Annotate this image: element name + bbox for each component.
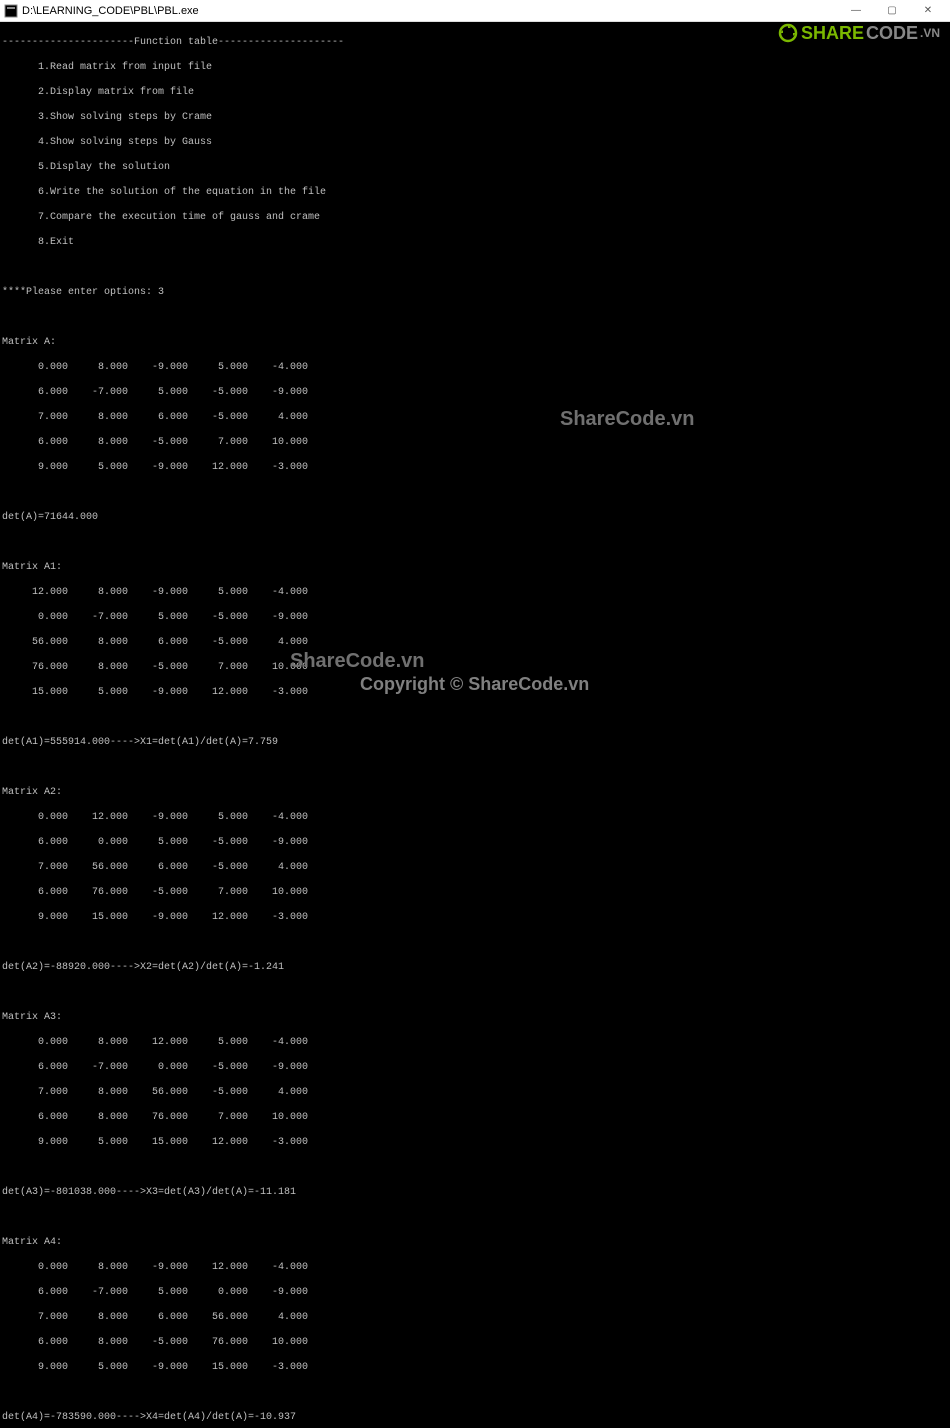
determinant: det(A4)=-783590.000---->X4=det(A4)/det(A… (2, 1412, 948, 1425)
matrix-label: Matrix A: (2, 337, 948, 350)
matrix-label: Matrix A3: (2, 1012, 948, 1025)
matrix-row: 6.000 8.000 -5.000 7.000 10.000 (2, 437, 948, 450)
matrix-row: 7.000 8.000 6.000 -5.000 4.000 (2, 412, 948, 425)
window-title: D:\LEARNING_CODE\PBL\PBL.exe (22, 5, 838, 17)
matrix-row: 15.000 5.000 -9.000 12.000 -3.000 (2, 687, 948, 700)
blank (2, 1162, 948, 1175)
menu-item: 2.Display matrix from file (2, 87, 948, 100)
matrix-row: 6.000 8.000 -5.000 76.000 10.000 (2, 1337, 948, 1350)
matrix-row: 0.000 8.000 12.000 5.000 -4.000 (2, 1037, 948, 1050)
menu-item: 8.Exit (2, 237, 948, 250)
watermark-logo: SHARECODE.VN (777, 22, 940, 44)
determinant: det(A)=71644.000 (2, 512, 948, 525)
blank (2, 762, 948, 775)
blank (2, 712, 948, 725)
matrix-row: 9.000 5.000 15.000 12.000 -3.000 (2, 1137, 948, 1150)
matrix-row: 9.000 5.000 -9.000 12.000 -3.000 (2, 462, 948, 475)
determinant: det(A2)=-88920.000---->X2=det(A2)/det(A)… (2, 962, 948, 975)
menu-item: 6.Write the solution of the equation in … (2, 187, 948, 200)
matrix-label: Matrix A2: (2, 787, 948, 800)
window-controls: — ▢ ✕ (838, 0, 946, 22)
blank (2, 312, 948, 325)
matrix-row: 7.000 8.000 6.000 56.000 4.000 (2, 1312, 948, 1325)
matrix-row: 12.000 8.000 -9.000 5.000 -4.000 (2, 587, 948, 600)
menu-item: 3.Show solving steps by Crame (2, 112, 948, 125)
logo-share: SHARE (801, 23, 864, 44)
minimize-button[interactable]: — (838, 0, 874, 22)
blank (2, 1387, 948, 1400)
matrix-row: 0.000 12.000 -9.000 5.000 -4.000 (2, 812, 948, 825)
matrix-row: 56.000 8.000 6.000 -5.000 4.000 (2, 637, 948, 650)
options-prompt: ****Please enter options: 3 (2, 287, 948, 300)
menu-item: 1.Read matrix from input file (2, 62, 948, 75)
matrix-row: 0.000 8.000 -9.000 12.000 -4.000 (2, 1262, 948, 1275)
blank (2, 487, 948, 500)
menu-item: 5.Display the solution (2, 162, 948, 175)
matrix-row: 6.000 -7.000 5.000 0.000 -9.000 (2, 1287, 948, 1300)
blank (2, 262, 948, 275)
logo-code: CODE (866, 23, 918, 44)
matrix-row: 9.000 5.000 -9.000 15.000 -3.000 (2, 1362, 948, 1375)
matrix-row: 6.000 -7.000 5.000 -5.000 -9.000 (2, 387, 948, 400)
close-button[interactable]: ✕ (910, 0, 946, 22)
determinant: det(A3)=-801038.000---->X3=det(A3)/det(A… (2, 1187, 948, 1200)
blank (2, 937, 948, 950)
menu-item: 7.Compare the execution time of gauss an… (2, 212, 948, 225)
matrix-row: 7.000 8.000 56.000 -5.000 4.000 (2, 1087, 948, 1100)
console-output: ----------------------Function table----… (0, 22, 950, 1428)
title-bar: D:\LEARNING_CODE\PBL\PBL.exe — ▢ ✕ (0, 0, 950, 22)
blank (2, 987, 948, 1000)
matrix-row: 0.000 8.000 -9.000 5.000 -4.000 (2, 362, 948, 375)
recycle-icon (777, 22, 799, 44)
logo-vn: .VN (920, 26, 940, 40)
matrix-row: 6.000 -7.000 0.000 -5.000 -9.000 (2, 1062, 948, 1075)
matrix-row: 6.000 0.000 5.000 -5.000 -9.000 (2, 837, 948, 850)
blank (2, 1212, 948, 1225)
menu-item: 4.Show solving steps by Gauss (2, 137, 948, 150)
matrix-row: 7.000 56.000 6.000 -5.000 4.000 (2, 862, 948, 875)
matrix-row: 6.000 76.000 -5.000 7.000 10.000 (2, 887, 948, 900)
blank (2, 537, 948, 550)
matrix-row: 76.000 8.000 -5.000 7.000 10.000 (2, 662, 948, 675)
maximize-button[interactable]: ▢ (874, 0, 910, 22)
matrix-row: 6.000 8.000 76.000 7.000 10.000 (2, 1112, 948, 1125)
matrix-row: 0.000 -7.000 5.000 -5.000 -9.000 (2, 612, 948, 625)
matrix-label: Matrix A4: (2, 1237, 948, 1250)
app-icon (4, 4, 18, 18)
determinant: det(A1)=555914.000---->X1=det(A1)/det(A)… (2, 737, 948, 750)
matrix-label: Matrix A1: (2, 562, 948, 575)
matrix-row: 9.000 15.000 -9.000 12.000 -3.000 (2, 912, 948, 925)
